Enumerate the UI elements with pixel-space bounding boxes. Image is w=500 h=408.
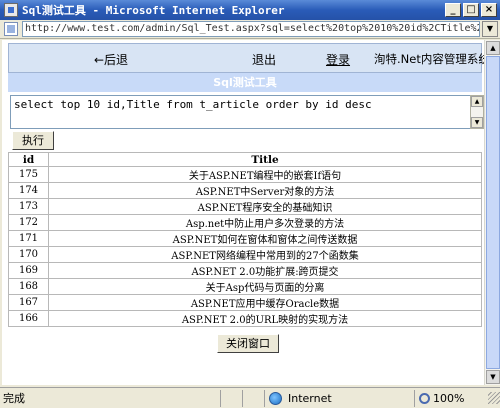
row-id: 167 [8, 294, 49, 311]
execute-button[interactable]: 执行 [12, 131, 54, 150]
ie-app-icon [4, 3, 18, 17]
minimize-button[interactable]: _ [445, 3, 461, 17]
table-row: 167 ASP.NET应用中缓存Oracle数据 [8, 294, 482, 311]
row-id: 169 [8, 262, 49, 279]
results-table: id Title 175 关于ASP.NET编程中的嵌套If语句 174 ASP.N… [8, 152, 482, 327]
table-row: 171 ASP.NET如何在窗体和窗体之间传送数据 [8, 230, 482, 247]
row-id: 166 [8, 310, 49, 327]
row-title: 关于ASP.NET编程中的嵌套If语句 [48, 166, 482, 183]
row-title: Asp.net中防止用户多次登录的方法 [48, 214, 482, 231]
row-id: 173 [8, 198, 49, 215]
row-title: ASP.NET程序安全的基础知识 [48, 198, 482, 215]
maximize-button[interactable]: □ [463, 3, 479, 17]
scroll-down-icon[interactable]: ▼ [486, 370, 500, 384]
tool-header: Sql测试工具 [8, 73, 482, 92]
row-title: ASP.NET 2.0的URL映射的实现方法 [48, 310, 482, 327]
address-dropdown-icon[interactable]: ▼ [482, 21, 498, 37]
row-id: 175 [8, 166, 49, 183]
table-row: 174 ASP.NET中Server对象的方法 [8, 182, 482, 199]
globe-icon [269, 391, 282, 405]
row-id: 172 [8, 214, 49, 231]
sql-input[interactable]: select top 10 id,Title from t_article or… [10, 95, 472, 129]
address-bar: http://www.test.com/admin/Sql_Test.aspx?… [0, 20, 500, 39]
security-zone[interactable]: Internet [264, 389, 414, 407]
nav-logout-link[interactable]: 退出 [252, 51, 276, 68]
table-row: 173 ASP.NET程序安全的基础知识 [8, 198, 482, 215]
status-text: 完成 [3, 392, 25, 405]
column-header-id: id [8, 152, 49, 167]
sql-scrollbar[interactable]: ▲ ▼ [470, 95, 484, 129]
window-title: Sql测试工具 - Microsoft Internet Explorer [22, 4, 285, 17]
table-header-row: id Title [8, 152, 482, 167]
row-title: ASP.NET如何在窗体和窗体之间传送数据 [48, 230, 482, 247]
row-title: ASP.NET应用中缓存Oracle数据 [48, 294, 482, 311]
address-input[interactable]: http://www.test.com/admin/Sql_Test.aspx?… [22, 21, 480, 37]
scroll-thumb[interactable] [486, 56, 500, 369]
resize-grip-icon[interactable] [488, 392, 500, 404]
column-header-title: Title [48, 152, 482, 167]
table-row: 169 ASP.NET 2.0功能扩展:跨页提交 [8, 262, 482, 279]
zone-label: Internet [288, 391, 332, 405]
row-title: ASP.NET网络编程中常用到的27个函数集 [48, 246, 482, 263]
top-nav: ←后退 退出 登录 洵特.Net内容管理系统 [8, 43, 484, 73]
row-id: 170 [8, 246, 49, 263]
zoom-level: 100% [433, 391, 465, 405]
table-row: 172 Asp.net中防止用户多次登录的方法 [8, 214, 482, 231]
nav-back-link[interactable]: ←后退 [94, 51, 128, 68]
scroll-up-icon[interactable]: ▲ [486, 41, 500, 55]
row-title: ASP.NET 2.0功能扩展:跨页提交 [48, 262, 482, 279]
status-bar: 完成 Internet 100% [0, 387, 500, 408]
page-scrollbar[interactable]: ▲ ▼ [484, 40, 500, 385]
page-icon [4, 22, 18, 36]
nav-cms-link[interactable]: 洵特.Net内容管理系统 [374, 51, 484, 67]
table-row: 175 关于ASP.NET编程中的嵌套If语句 [8, 166, 482, 183]
sql-scroll-down-icon[interactable]: ▼ [471, 117, 483, 128]
row-id: 168 [8, 278, 49, 295]
table-row: 168 关于Asp代码与页面的分离 [8, 278, 482, 295]
row-title: 关于Asp代码与页面的分离 [48, 278, 482, 295]
sql-scroll-up-icon[interactable]: ▲ [471, 96, 483, 107]
row-id: 171 [8, 230, 49, 247]
status-cell [220, 389, 242, 407]
row-title: ASP.NET中Server对象的方法 [48, 182, 482, 199]
window-title-bar: Sql测试工具 - Microsoft Internet Explorer _ … [0, 0, 500, 20]
close-button[interactable]: × [481, 3, 497, 17]
zoom-icon [419, 392, 430, 404]
nav-login-link[interactable]: 登录 [326, 51, 350, 68]
status-cell [242, 389, 264, 407]
zoom-control[interactable]: 100% [414, 389, 486, 407]
page-content: ←后退 退出 登录 洵特.Net内容管理系统 Sql测试工具 select to… [2, 40, 484, 385]
table-row: 166 ASP.NET 2.0的URL映射的实现方法 [8, 310, 482, 327]
row-id: 174 [8, 182, 49, 199]
table-row: 170 ASP.NET网络编程中常用到的27个函数集 [8, 246, 482, 263]
close-window-button[interactable]: 关闭窗口 [217, 334, 279, 353]
